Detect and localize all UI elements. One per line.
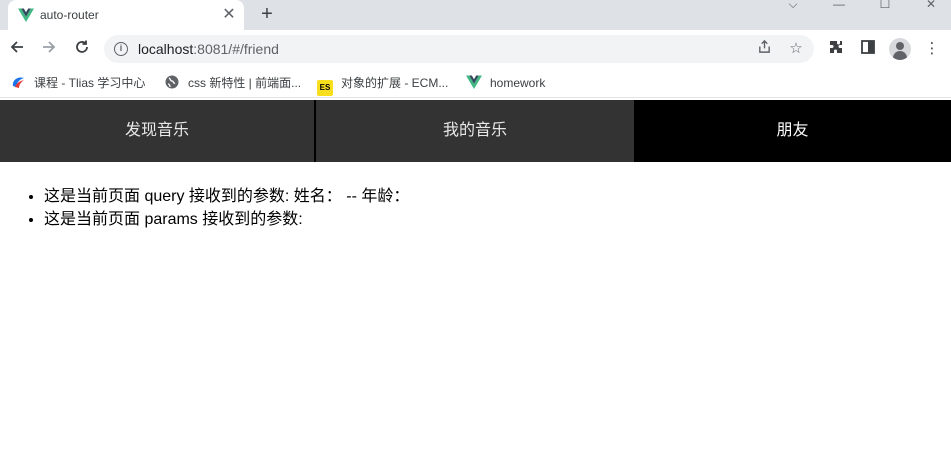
- bookmark-label: 对象的扩展 - ECM...: [341, 76, 449, 90]
- bookmark-item[interactable]: ES 对象的扩展 - ECM...: [317, 74, 449, 96]
- bookmarks-bar: 课程 - Tlias 学习中心 css 新特性 | 前端面... ES 对象的扩展…: [0, 68, 951, 98]
- bookmark-star-icon[interactable]: ☆: [786, 39, 806, 59]
- tlias-icon: [12, 77, 24, 88]
- bookmark-label: 课程 - Tlias 学习中心: [34, 76, 146, 90]
- bookmark-item[interactable]: css 新特性 | 前端面...: [164, 74, 301, 92]
- menu-kebab-icon[interactable]: ⋮: [922, 39, 942, 59]
- nav-link-my-music[interactable]: 我的音乐: [316, 100, 634, 162]
- list-item: 这是当前页面 params 接收到的参数:: [44, 208, 951, 231]
- params-list: 这是当前页面 query 接收到的参数: 姓名： -- 年龄： 这是当前页面 p…: [0, 185, 951, 231]
- page-content: 这是当前页面 query 接收到的参数: 姓名： -- 年龄： 这是当前页面 p…: [0, 185, 951, 231]
- close-window-button[interactable]: ✕: [916, 0, 946, 12]
- vue-icon: [18, 8, 34, 22]
- extensions-icon[interactable]: [826, 39, 846, 59]
- minimize-button[interactable]: —: [824, 0, 854, 12]
- new-tab-button[interactable]: +: [256, 3, 278, 25]
- tab-close-icon[interactable]: ✕: [220, 6, 238, 24]
- bookmark-item[interactable]: 课程 - Tlias 学习中心: [10, 74, 145, 92]
- es-icon: ES: [317, 80, 333, 96]
- arrow-left-icon: [10, 41, 23, 53]
- vue-icon: [466, 75, 482, 89]
- share-icon[interactable]: [754, 39, 774, 59]
- nav-link-discover-music[interactable]: 发现音乐: [0, 100, 314, 162]
- site-info-icon[interactable]: i: [114, 42, 128, 56]
- browser-toolbar: i localhost:8081/#/friend ☆ ⋮: [0, 30, 951, 68]
- music-nav-bar: 发现音乐 我的音乐 朋友: [0, 100, 951, 162]
- globe-icon: [165, 75, 179, 89]
- reload-button[interactable]: [71, 38, 93, 60]
- forward-button[interactable]: [38, 38, 60, 60]
- address-bar[interactable]: i localhost:8081/#/friend ☆: [104, 35, 814, 63]
- url-path: :8081/#/friend: [193, 41, 279, 57]
- profile-avatar-icon[interactable]: [889, 38, 911, 60]
- browser-tab[interactable]: auto-router ✕: [8, 0, 244, 30]
- back-button[interactable]: [6, 38, 28, 60]
- maximize-button[interactable]: ☐: [870, 0, 900, 12]
- arrow-right-icon: [43, 41, 56, 53]
- url-text[interactable]: localhost:8081/#/friend: [138, 41, 279, 57]
- nav-link-friends[interactable]: 朋友: [634, 100, 951, 162]
- list-item: 这是当前页面 query 接收到的参数: 姓名： -- 年龄：: [44, 185, 951, 208]
- browser-tab-strip: auto-router ✕ + ⌵ — ☐ ✕: [0, 0, 951, 30]
- url-host: localhost: [138, 41, 194, 57]
- tab-title: auto-router: [40, 8, 99, 22]
- bookmark-item[interactable]: homework: [466, 74, 545, 92]
- bookmark-label: homework: [490, 76, 546, 90]
- side-panel-icon[interactable]: [858, 39, 878, 59]
- bookmark-label: css 新特性 | 前端面...: [188, 76, 302, 90]
- reload-icon: [76, 40, 88, 53]
- tab-search-icon[interactable]: ⌵: [778, 0, 808, 12]
